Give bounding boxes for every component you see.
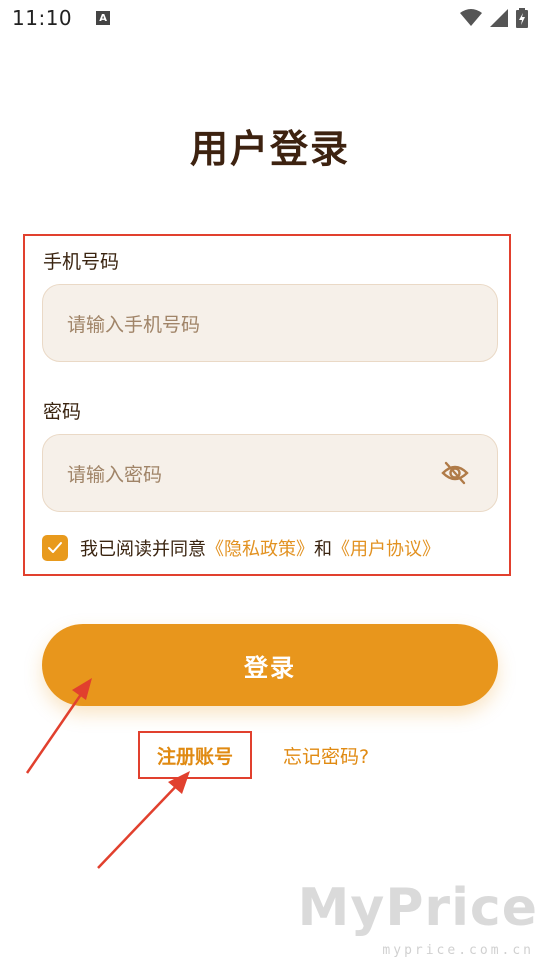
watermark-url: myprice.com.cn <box>382 943 534 958</box>
annotation-arrows <box>25 678 190 869</box>
arrow-to-register-link <box>97 771 190 869</box>
arrow-to-login-button <box>25 678 92 774</box>
watermark-logo: MyPrice <box>297 878 538 938</box>
